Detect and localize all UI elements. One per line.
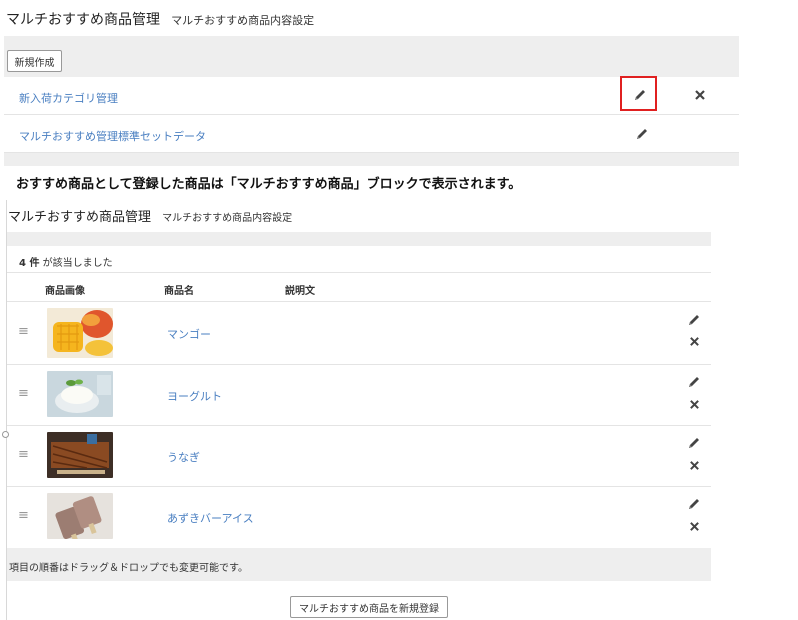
- pencil-icon[interactable]: [635, 127, 649, 141]
- product-name[interactable]: うなぎ: [167, 449, 200, 465]
- product-image-yogurt: [47, 371, 113, 417]
- product-name[interactable]: あずきバーアイス: [167, 510, 254, 526]
- result-count: 4 件 が該当しました: [7, 246, 711, 273]
- close-icon[interactable]: [689, 399, 700, 410]
- page-title: マルチおすすめ商品管理: [6, 12, 160, 28]
- table-header: 商品画像 商品名 説明文: [7, 273, 711, 302]
- table-row[interactable]: ≡ ヨーグルト: [7, 365, 711, 426]
- list-item-label[interactable]: マルチおすすめ管理標準セットデータ: [19, 128, 206, 144]
- page-title: マルチおすすめ商品管理: [8, 210, 152, 225]
- drag-handle-icon[interactable]: ≡: [18, 324, 29, 339]
- bottom-top-band: [7, 232, 711, 246]
- table-row[interactable]: ≡ うなぎ: [7, 426, 711, 487]
- close-icon[interactable]: [689, 460, 700, 471]
- close-icon[interactable]: [689, 521, 700, 532]
- product-name[interactable]: マンゴー: [167, 326, 211, 342]
- pencil-icon[interactable]: [633, 88, 647, 102]
- pencil-icon[interactable]: [687, 375, 701, 389]
- footer-band: 項目の順番はドラッグ＆ドロップでも変更可能です。: [7, 548, 711, 581]
- product-image-azuki-bar: [47, 493, 113, 539]
- count-number: 4 件: [19, 258, 40, 269]
- caption-text: おすすめ商品として登録した商品は「マルチおすすめ商品」ブロックで表示されます。: [16, 177, 522, 192]
- list-item-label[interactable]: 新入荷カテゴリ管理: [19, 90, 118, 106]
- page-subtitle: マルチおすすめ商品内容設定: [162, 213, 293, 224]
- pencil-icon[interactable]: [687, 436, 701, 450]
- product-image-eel: [47, 432, 113, 478]
- bottom-header: マルチおすすめ商品管理 マルチおすすめ商品内容設定: [8, 206, 292, 225]
- table-row[interactable]: ≡ マンゴー: [7, 302, 711, 365]
- drag-handle-icon[interactable]: ≡: [18, 508, 29, 523]
- pencil-icon[interactable]: [687, 497, 701, 511]
- top-header: マルチおすすめ商品管理 マルチおすすめ商品内容設定: [6, 9, 314, 29]
- drag-handle-icon[interactable]: ≡: [18, 447, 29, 462]
- product-image-mango: [47, 308, 113, 358]
- pencil-icon[interactable]: [687, 313, 701, 327]
- footer-note: 項目の順番はドラッグ＆ドロップでも変更可能です。: [9, 563, 248, 574]
- drag-handle-icon[interactable]: ≡: [18, 386, 29, 401]
- close-icon[interactable]: [689, 336, 700, 347]
- product-name[interactable]: ヨーグルト: [167, 388, 222, 404]
- column-header-name: 商品名: [164, 286, 194, 297]
- count-suffix: が該当しました: [39, 258, 113, 269]
- register-button[interactable]: マルチおすすめ商品を新規登録: [290, 596, 448, 618]
- close-icon[interactable]: [694, 89, 706, 101]
- new-button[interactable]: 新規作成: [7, 50, 62, 72]
- list-item: マルチおすすめ管理標準セットデータ: [4, 115, 739, 153]
- table-row[interactable]: ≡ あずきバーアイス: [7, 487, 711, 547]
- page-subtitle: マルチおすすめ商品内容設定: [171, 14, 315, 27]
- column-header-description: 説明文: [285, 286, 315, 297]
- column-header-image: 商品画像: [45, 286, 85, 297]
